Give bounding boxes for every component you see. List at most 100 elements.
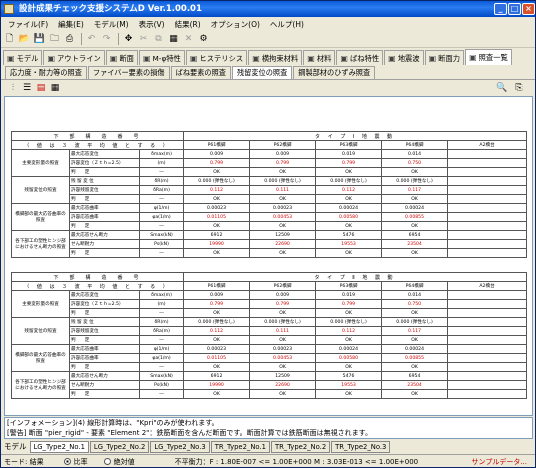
check-item: 判 定 — [69, 389, 140, 399]
new-icon[interactable]: 🗋 — [3, 33, 16, 46]
subtab[interactable]: 残留変位の照査 — [231, 66, 293, 79]
check-value — [447, 353, 528, 363]
grid-icon[interactable]: ▦ — [167, 33, 180, 46]
menu-item[interactable]: ファイル(F) — [3, 19, 53, 30]
check-value: 0.00023 — [249, 203, 317, 213]
ratio-radio[interactable]: 比率 — [63, 457, 88, 467]
table-row: 許容応答曲率 φa(1/m) 0.01105 0.00453 0.00580 0.0085… — [12, 212, 528, 222]
save-icon[interactable]: 💾 — [33, 33, 46, 46]
open-icon[interactable]: 📂 — [18, 33, 31, 46]
tab-force[interactable]: ▣ 断面力 — [424, 50, 465, 65]
case-tab[interactable]: TR_Type2_No.1 — [210, 440, 270, 453]
folder-icon[interactable]: 🗀 — [48, 33, 61, 46]
check-value: OK — [183, 248, 251, 258]
redo-icon[interactable]: ↷ — [100, 33, 113, 46]
check-value: 0.112 — [315, 185, 383, 195]
table-icon[interactable]: ▦ — [49, 82, 61, 94]
check-value: OK — [381, 167, 449, 177]
main-tabs: ▣ モデル ▣ アウトライン ▣ 断面 ▣ M-φ特性 ▣ ヒステリシス ▣ 横拘束材料 ▣ 材料 ▣ ばね特… — [1, 49, 535, 65]
color-legend-icon[interactable]: ▤ — [35, 82, 47, 94]
menu-item[interactable]: ヘルプ(H) — [265, 19, 309, 30]
toolbar-separator — [118, 33, 119, 45]
menu-item[interactable]: 表示(V) — [134, 19, 170, 30]
list-icon[interactable]: ☰ — [21, 82, 33, 94]
balance-status: 不平衡力：F : 1.80E-007 <= 1.00E+000 M : 3.03… — [174, 457, 419, 466]
move-icon[interactable]: ✥ — [122, 33, 135, 46]
check-value: 19990 — [183, 380, 251, 390]
check-group-label: 主要変形量の照査 — [11, 149, 70, 177]
check-value: 23504 — [381, 380, 449, 390]
check-unit: δmax(m) — [138, 290, 185, 300]
tab-mphi[interactable]: ▣ M-φ特性 — [138, 50, 185, 65]
delete-icon[interactable]: ✕ — [182, 33, 195, 46]
subtab[interactable]: ファイバー要素の損傷 — [87, 66, 170, 79]
menu-item[interactable]: 結果(R) — [170, 19, 206, 30]
check-item: 判 定 — [69, 248, 140, 258]
close-button[interactable]: × — [522, 3, 535, 15]
table-row: 許容残留変位 δRa(m) 0.112 0.111 0.112 0.117 — [12, 326, 528, 336]
minimize-button[interactable]: _ — [494, 3, 507, 15]
model-icon: ▣ — [7, 53, 15, 63]
check-value: 0.00023 — [183, 203, 251, 213]
check-value: 6954 — [381, 371, 449, 381]
tab-check[interactable]: ▣ 照査一覧 — [465, 49, 512, 65]
report-document: 下 部 構 造 番 号タ イ プ Ⅰ 地 震 動（ 値 は ３ 波 平 均 値 … — [10, 131, 528, 413]
pier-header: P61橋脚 — [183, 281, 251, 291]
pier-header: P62橋脚 — [249, 140, 317, 150]
check-unit: φa(1/m) — [138, 212, 185, 222]
export-icon[interactable]: ⎘ — [513, 82, 525, 94]
check-item: 判 定 — [69, 308, 140, 318]
settings-icon[interactable]: ⚙ — [197, 33, 210, 46]
check-value: OK — [381, 389, 449, 399]
check-value: OK — [315, 167, 383, 177]
tab-spring[interactable]: ▣ ばね特性 — [336, 50, 384, 65]
case-tab[interactable]: TR_Type2_No.3 — [331, 440, 391, 453]
tab-confine[interactable]: ▣ 横拘束材料 — [248, 50, 303, 65]
cut-icon[interactable]: ✂ — [137, 33, 150, 46]
case-tab[interactable]: LG_Type2_No.3 — [150, 440, 210, 453]
bar-chart-icon[interactable]: ⫶ — [7, 82, 19, 94]
case-tab[interactable]: TR_Type2_No.2 — [270, 440, 331, 453]
print-icon[interactable]: ⎙ — [63, 33, 76, 46]
check-group-label: 橋脚部の最大応答曲率の照査 — [11, 203, 70, 231]
check-value — [447, 221, 528, 231]
check-value: 12509 — [249, 230, 317, 240]
tab-outline[interactable]: ▣ アウトライン — [43, 50, 105, 65]
table-row: 判 定 ― OK OK OK OK — [12, 194, 528, 204]
check-value — [447, 317, 528, 327]
case-tabs: モデル LG_Type2_No.1 LG_Type2_No.2 LG_Type2_N… — [1, 440, 535, 453]
tab-wave[interactable]: ▣ 地震波 — [384, 50, 424, 65]
case-tab[interactable]: LG_Type2_No.2 — [89, 440, 150, 453]
table-row: 残留変位の照査残 留 変 位 δR(m) 0.000 (弾性なし) 0.000 (弾性… — [11, 176, 528, 204]
zoom-icon[interactable]: 🔍 — [496, 82, 508, 94]
menu-item[interactable]: 編集(E) — [53, 19, 89, 30]
header-average-note: （ 値 は ３ 波 平 均 値 と す る ） — [10, 140, 185, 150]
subtab[interactable]: 応力度・耐力等の照査 — [5, 66, 87, 79]
menu-item[interactable]: オプション(O) — [206, 19, 265, 30]
check-unit: Ps(kN) — [138, 380, 185, 390]
tab-material[interactable]: ▣ 材料 — [303, 50, 336, 65]
case-tab[interactable]: LG_Type2_No.1 — [29, 440, 89, 453]
copy-icon[interactable]: ⧉ — [152, 33, 165, 46]
tab-hysteresis[interactable]: ▣ ヒステリシス — [185, 50, 248, 65]
check-value: 0.799 — [315, 158, 383, 168]
check-item: 判 定 — [69, 221, 140, 231]
absolute-radio[interactable]: 絶対値 — [103, 457, 135, 467]
app-window: 設計成果チェック支援システムD Ver.1.00.01 _ □ × ファイル(F… — [0, 0, 536, 468]
check-unit: ― — [138, 362, 185, 372]
subtab[interactable]: ばね要素の照査 — [170, 66, 231, 79]
report-view[interactable]: 下 部 構 造 番 号タ イ プ Ⅰ 地 震 動（ 値 は ３ 波 平 均 値 … — [4, 96, 533, 416]
radio-selected-icon — [63, 458, 71, 465]
check-value: 0.117 — [381, 185, 449, 195]
check-unit: φ(1/m) — [138, 203, 185, 213]
maximize-button[interactable]: □ — [508, 3, 521, 15]
mode-status: モード: 結果 — [4, 457, 44, 466]
menu-item[interactable]: モデル(M) — [89, 19, 134, 30]
check-value: OK — [315, 248, 383, 258]
tab-model[interactable]: ▣ モデル — [3, 50, 43, 65]
subtab[interactable]: 鋼製部材のひずみ照査 — [293, 66, 376, 79]
tab-label: アウトライン — [57, 53, 101, 63]
undo-icon[interactable]: ↶ — [85, 33, 98, 46]
check-value: 5476 — [315, 371, 383, 381]
tab-section[interactable]: ▣ 断面 — [105, 50, 138, 65]
